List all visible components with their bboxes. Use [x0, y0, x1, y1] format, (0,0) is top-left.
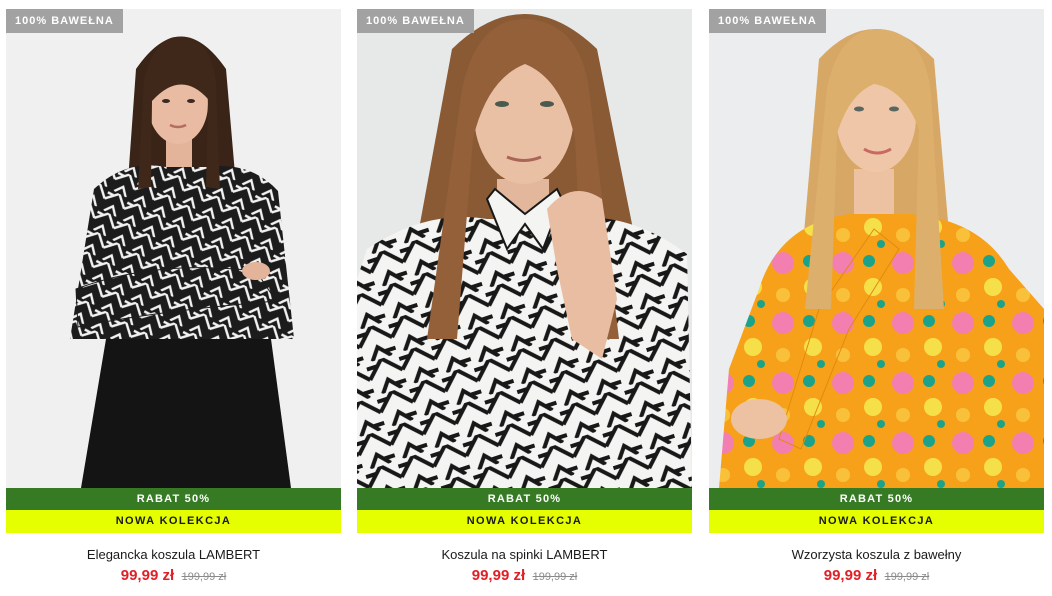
sale-strip: RABAT 50% — [709, 488, 1044, 510]
old-price: 199,99 zł — [532, 571, 578, 583]
current-price: 99,99 zł — [120, 567, 175, 584]
sale-strip: RABAT 50% — [6, 488, 341, 510]
current-price: 99,99 zł — [823, 567, 878, 584]
price-row: 99,99 zł 199,99 zł — [709, 567, 1044, 585]
product-photo — [6, 9, 341, 488]
cotton-badge: 100% BAWEŁNA — [6, 9, 123, 33]
new-collection-strip: NOWA KOLEKCJA — [357, 510, 692, 533]
product-image-link[interactable]: 100% BAWEŁNA — [6, 9, 341, 488]
cotton-badge: 100% BAWEŁNA — [709, 9, 826, 33]
sale-strip: RABAT 50% — [357, 488, 692, 510]
price-row: 99,99 zł 199,99 zł — [357, 567, 692, 585]
product-photo — [709, 9, 1044, 488]
cotton-badge: 100% BAWEŁNA — [357, 9, 474, 33]
product-card[interactable]: 100% BAWEŁNA RABAT 50% NOWA KOLEKCJA Wzo… — [709, 9, 1044, 596]
product-image-link[interactable]: 100% BAWEŁNA — [709, 9, 1044, 488]
product-name-link[interactable]: Wzorzysta koszula z bawełny — [709, 547, 1044, 562]
product-photo — [357, 9, 692, 488]
new-collection-strip: NOWA KOLEKCJA — [709, 510, 1044, 533]
product-name-link[interactable]: Elegancka koszula LAMBERT — [6, 547, 341, 562]
product-grid: 100% BAWEŁNA RABAT 50% NOWA KOLEKCJA Ele… — [0, 0, 1052, 596]
old-price: 199,99 zł — [181, 571, 227, 583]
product-image-link[interactable]: 100% BAWEŁNA — [357, 9, 692, 488]
product-name-link[interactable]: Koszula na spinki LAMBERT — [357, 547, 692, 562]
current-price: 99,99 zł — [471, 567, 526, 584]
new-collection-strip: NOWA KOLEKCJA — [6, 510, 341, 533]
price-row: 99,99 zł 199,99 zł — [6, 567, 341, 585]
old-price: 199,99 zł — [884, 571, 930, 583]
product-card[interactable]: 100% BAWEŁNA RABAT 50% NOWA KOLEKCJA Kos… — [357, 9, 692, 596]
product-card[interactable]: 100% BAWEŁNA RABAT 50% NOWA KOLEKCJA Ele… — [6, 9, 341, 596]
